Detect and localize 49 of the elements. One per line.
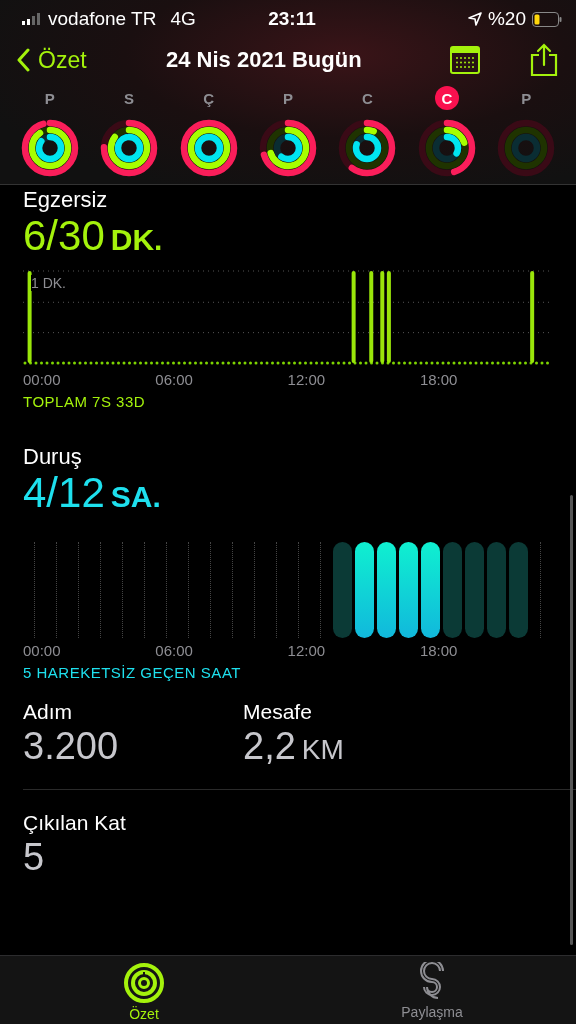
axis-label: 00:00: [23, 642, 61, 659]
stand-value: 4/12 SA.: [23, 470, 162, 518]
axis-label: 18:00: [419, 371, 458, 388]
axis-label: 06:00: [155, 371, 193, 388]
stat-label: Çıkılan Kat: [23, 810, 127, 836]
axis-label: 18:00: [419, 642, 458, 659]
weekday-label[interactable]: Ç: [196, 86, 221, 110]
date-title: 24 Nis 2021 Bugün: [166, 47, 363, 73]
rings-icon: [123, 962, 165, 1004]
stand-footer: 5 HAREKETSİZ GEÇEN SAAT: [23, 664, 552, 681]
share-icon[interactable]: [530, 43, 558, 77]
clock: 23:11: [268, 8, 316, 29]
activity-rings-icon[interactable]: [178, 118, 239, 178]
exercise-value: 6/30 DK.: [23, 213, 164, 261]
battery-icon: [532, 11, 562, 27]
activity-rings-icon[interactable]: [337, 118, 398, 178]
activity-rings-icon[interactable]: [416, 118, 477, 178]
weekday-label[interactable]: S: [117, 86, 142, 110]
weekday-label[interactable]: C: [434, 86, 459, 110]
location-icon: [467, 12, 482, 26]
weekday-label[interactable]: P: [514, 86, 539, 110]
activity-rings-icon[interactable]: [257, 118, 318, 178]
weekday-label[interactable]: P: [37, 86, 62, 110]
weekday-label[interactable]: P: [275, 86, 300, 110]
scale-label: 1 DK.: [31, 275, 66, 291]
section-title: Duruş: [23, 444, 83, 470]
chevron-left-icon: [16, 48, 30, 72]
axis-label: 06:00: [155, 642, 193, 659]
stat-value: 5: [23, 836, 46, 878]
axis-label: 00:00: [23, 371, 61, 388]
carrier: vodafone TR: [48, 8, 157, 30]
tab-button[interactable]: Özet: [0, 956, 288, 1024]
calendar-icon[interactable]: [450, 46, 480, 74]
axis-label: 12:00: [287, 642, 326, 659]
signal-icon: [22, 13, 42, 25]
tab-button[interactable]: Paylaşma: [288, 956, 576, 1024]
section-title: Egzersiz: [23, 187, 109, 213]
axis-label: 12:00: [287, 371, 326, 388]
network-type: 4G: [170, 8, 196, 30]
stat-value: 3.200: [23, 725, 120, 767]
stat-label: Adım: [23, 699, 73, 725]
stat-label: Mesafe: [243, 699, 313, 725]
activity-rings-icon[interactable]: [99, 118, 160, 178]
battery-percent: %20: [487, 8, 526, 30]
stat-value: 2,2 KM: [243, 725, 345, 769]
exercise-total: TOPLAM 7S 33D: [23, 393, 147, 410]
activity-rings-icon[interactable]: [19, 118, 80, 178]
weekday-label[interactable]: C: [355, 86, 380, 110]
back-button[interactable]: Özet: [16, 46, 166, 74]
